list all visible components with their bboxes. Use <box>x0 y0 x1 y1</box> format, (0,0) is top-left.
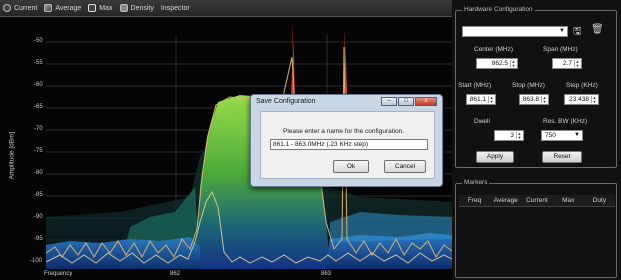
res-bw-label: Res. BW (KHz) <box>543 118 588 125</box>
density-noise-floor-left <box>46 237 200 269</box>
spinner-arrows-icon[interactable]: ▲ ▼ <box>516 132 522 139</box>
start-value: 861.1 <box>469 96 486 103</box>
stop-input[interactable]: 863.8 ▲ ▼ <box>519 94 549 105</box>
y-tick: -55 <box>34 60 43 66</box>
span-label: Span (MHz) <box>543 46 578 53</box>
toolbar-max-toggle[interactable]: Max <box>88 4 113 12</box>
x-tick: 863 <box>321 271 332 277</box>
spinner-arrows-icon[interactable]: ▲ ▼ <box>591 96 597 103</box>
markers-table-header: Freq Average Current Max Duty <box>459 195 615 207</box>
stop-value: 863.8 <box>522 96 539 103</box>
toolbar-current-toggle[interactable]: Current <box>3 4 37 12</box>
span-input[interactable]: 2.7 ▲ ▼ <box>552 58 582 69</box>
markers-col-current[interactable]: Current <box>521 197 552 204</box>
chevron-down-icon: ▼ <box>574 132 580 138</box>
y-tick: -65 <box>34 104 43 110</box>
step-value: 23.438 <box>569 96 589 103</box>
density-icon <box>119 4 128 12</box>
y-tick: -90 <box>34 214 43 220</box>
y-tick: -80 <box>34 170 43 176</box>
ok-button[interactable]: Ok <box>333 160 369 173</box>
toolbar-density-toggle[interactable]: Density <box>119 4 154 12</box>
toolbar-average-label: Average <box>55 4 82 12</box>
spinner-arrows-icon[interactable]: ▲ ▼ <box>488 96 494 103</box>
close-button[interactable]: x <box>415 97 437 106</box>
toolbar-inspector-label: Inspector <box>160 4 190 12</box>
spectrum-analyzer-window: Current Average Max Density Inspector -5… <box>0 0 621 280</box>
x-tick: 862 <box>170 271 181 277</box>
stop-label: Stop (MHz) <box>512 82 545 89</box>
hardware-configuration-title: Hardware Configuration <box>462 6 535 13</box>
max-icon <box>88 4 97 12</box>
toolbar-inspector-toggle[interactable]: Inspector <box>161 5 190 12</box>
trash-icon[interactable]: 🗑 <box>591 24 604 35</box>
y-tick: -85 <box>34 192 43 198</box>
average-icon <box>44 4 53 12</box>
y-tick: -75 <box>34 148 43 154</box>
y-tick: -50 <box>34 38 43 44</box>
device-select[interactable]: ▼ <box>462 26 568 37</box>
view-toolbar: Current Average Max Density Inspector <box>0 0 452 17</box>
markers-col-freq[interactable]: Freq <box>459 197 490 204</box>
dialog-title: Save Configuration <box>256 98 316 105</box>
y-tick: -100 <box>30 258 43 264</box>
y-tick: -70 <box>34 126 43 132</box>
dwell-value: 3 <box>510 132 514 139</box>
markers-col-max[interactable]: Max <box>553 197 584 204</box>
spinner-arrows-icon[interactable]: ▲ ▼ <box>541 96 547 103</box>
step-input[interactable]: 23.438 ▲ ▼ <box>564 94 599 105</box>
step-label: Step (KHz) <box>566 82 598 89</box>
minimize-button[interactable]: – <box>381 97 397 106</box>
markers-title: Markers <box>462 179 490 186</box>
reset-button[interactable]: Reset <box>542 151 582 163</box>
save-configuration-dialog: Save Configuration – □ x Please enter a … <box>250 94 443 187</box>
current-icon <box>3 4 11 12</box>
spinner-arrows-icon[interactable]: ▲ ▼ <box>510 60 516 67</box>
center-label: Center (MHz) <box>474 46 514 53</box>
y-tick: -60 <box>34 82 43 88</box>
start-input[interactable]: 861.1 ▲ ▼ <box>466 94 496 105</box>
right-panel: Hardware Configuration ▼ 🖫 🗑 Center (MHz… <box>452 0 621 280</box>
start-label: Start (MHz) <box>458 82 492 89</box>
spinner-arrows-icon[interactable]: ▲ ▼ <box>574 60 580 67</box>
center-input[interactable]: 862.5 ▲ ▼ <box>476 58 518 69</box>
maximize-button[interactable]: □ <box>398 97 414 106</box>
configuration-name-input[interactable] <box>270 139 428 150</box>
save-icon[interactable]: 🖫 <box>573 24 582 41</box>
markers-col-average[interactable]: Average <box>490 197 521 204</box>
hardware-configuration-group: Hardware Configuration ▼ 🖫 🗑 Center (MHz… <box>455 6 617 168</box>
markers-col-duty[interactable]: Duty <box>584 197 615 204</box>
dwell-input[interactable]: 3 ▲ ▼ <box>494 130 524 141</box>
res-bw-value: 750 <box>545 132 556 139</box>
toolbar-current-label: Current <box>14 4 38 12</box>
apply-button[interactable]: Apply <box>476 151 514 163</box>
toolbar-max-label: Max <box>99 4 113 12</box>
y-tick: -95 <box>34 236 43 242</box>
window-controls: – □ x <box>380 97 437 106</box>
span-value: 2.7 <box>562 60 572 67</box>
dialog-body: Please enter a name for the configuratio… <box>260 111 435 179</box>
cancel-button[interactable]: Cancel <box>384 160 426 173</box>
x-axis-title: Frequency <box>44 271 73 277</box>
dwell-label: Dwell <box>474 118 490 125</box>
toolbar-density-label: Density <box>130 4 154 12</box>
dialog-prompt: Please enter a name for the configuratio… <box>283 128 405 135</box>
y-axis-title: Amplitude [dBm] <box>8 131 16 180</box>
markers-group: Markers Freq Average Current Max Duty <box>455 179 617 278</box>
res-bw-select[interactable]: 750 ▼ <box>541 130 583 141</box>
toolbar-average-toggle[interactable]: Average <box>44 4 81 12</box>
chevron-down-icon: ▼ <box>559 28 565 34</box>
center-value: 862.5 <box>491 60 508 67</box>
